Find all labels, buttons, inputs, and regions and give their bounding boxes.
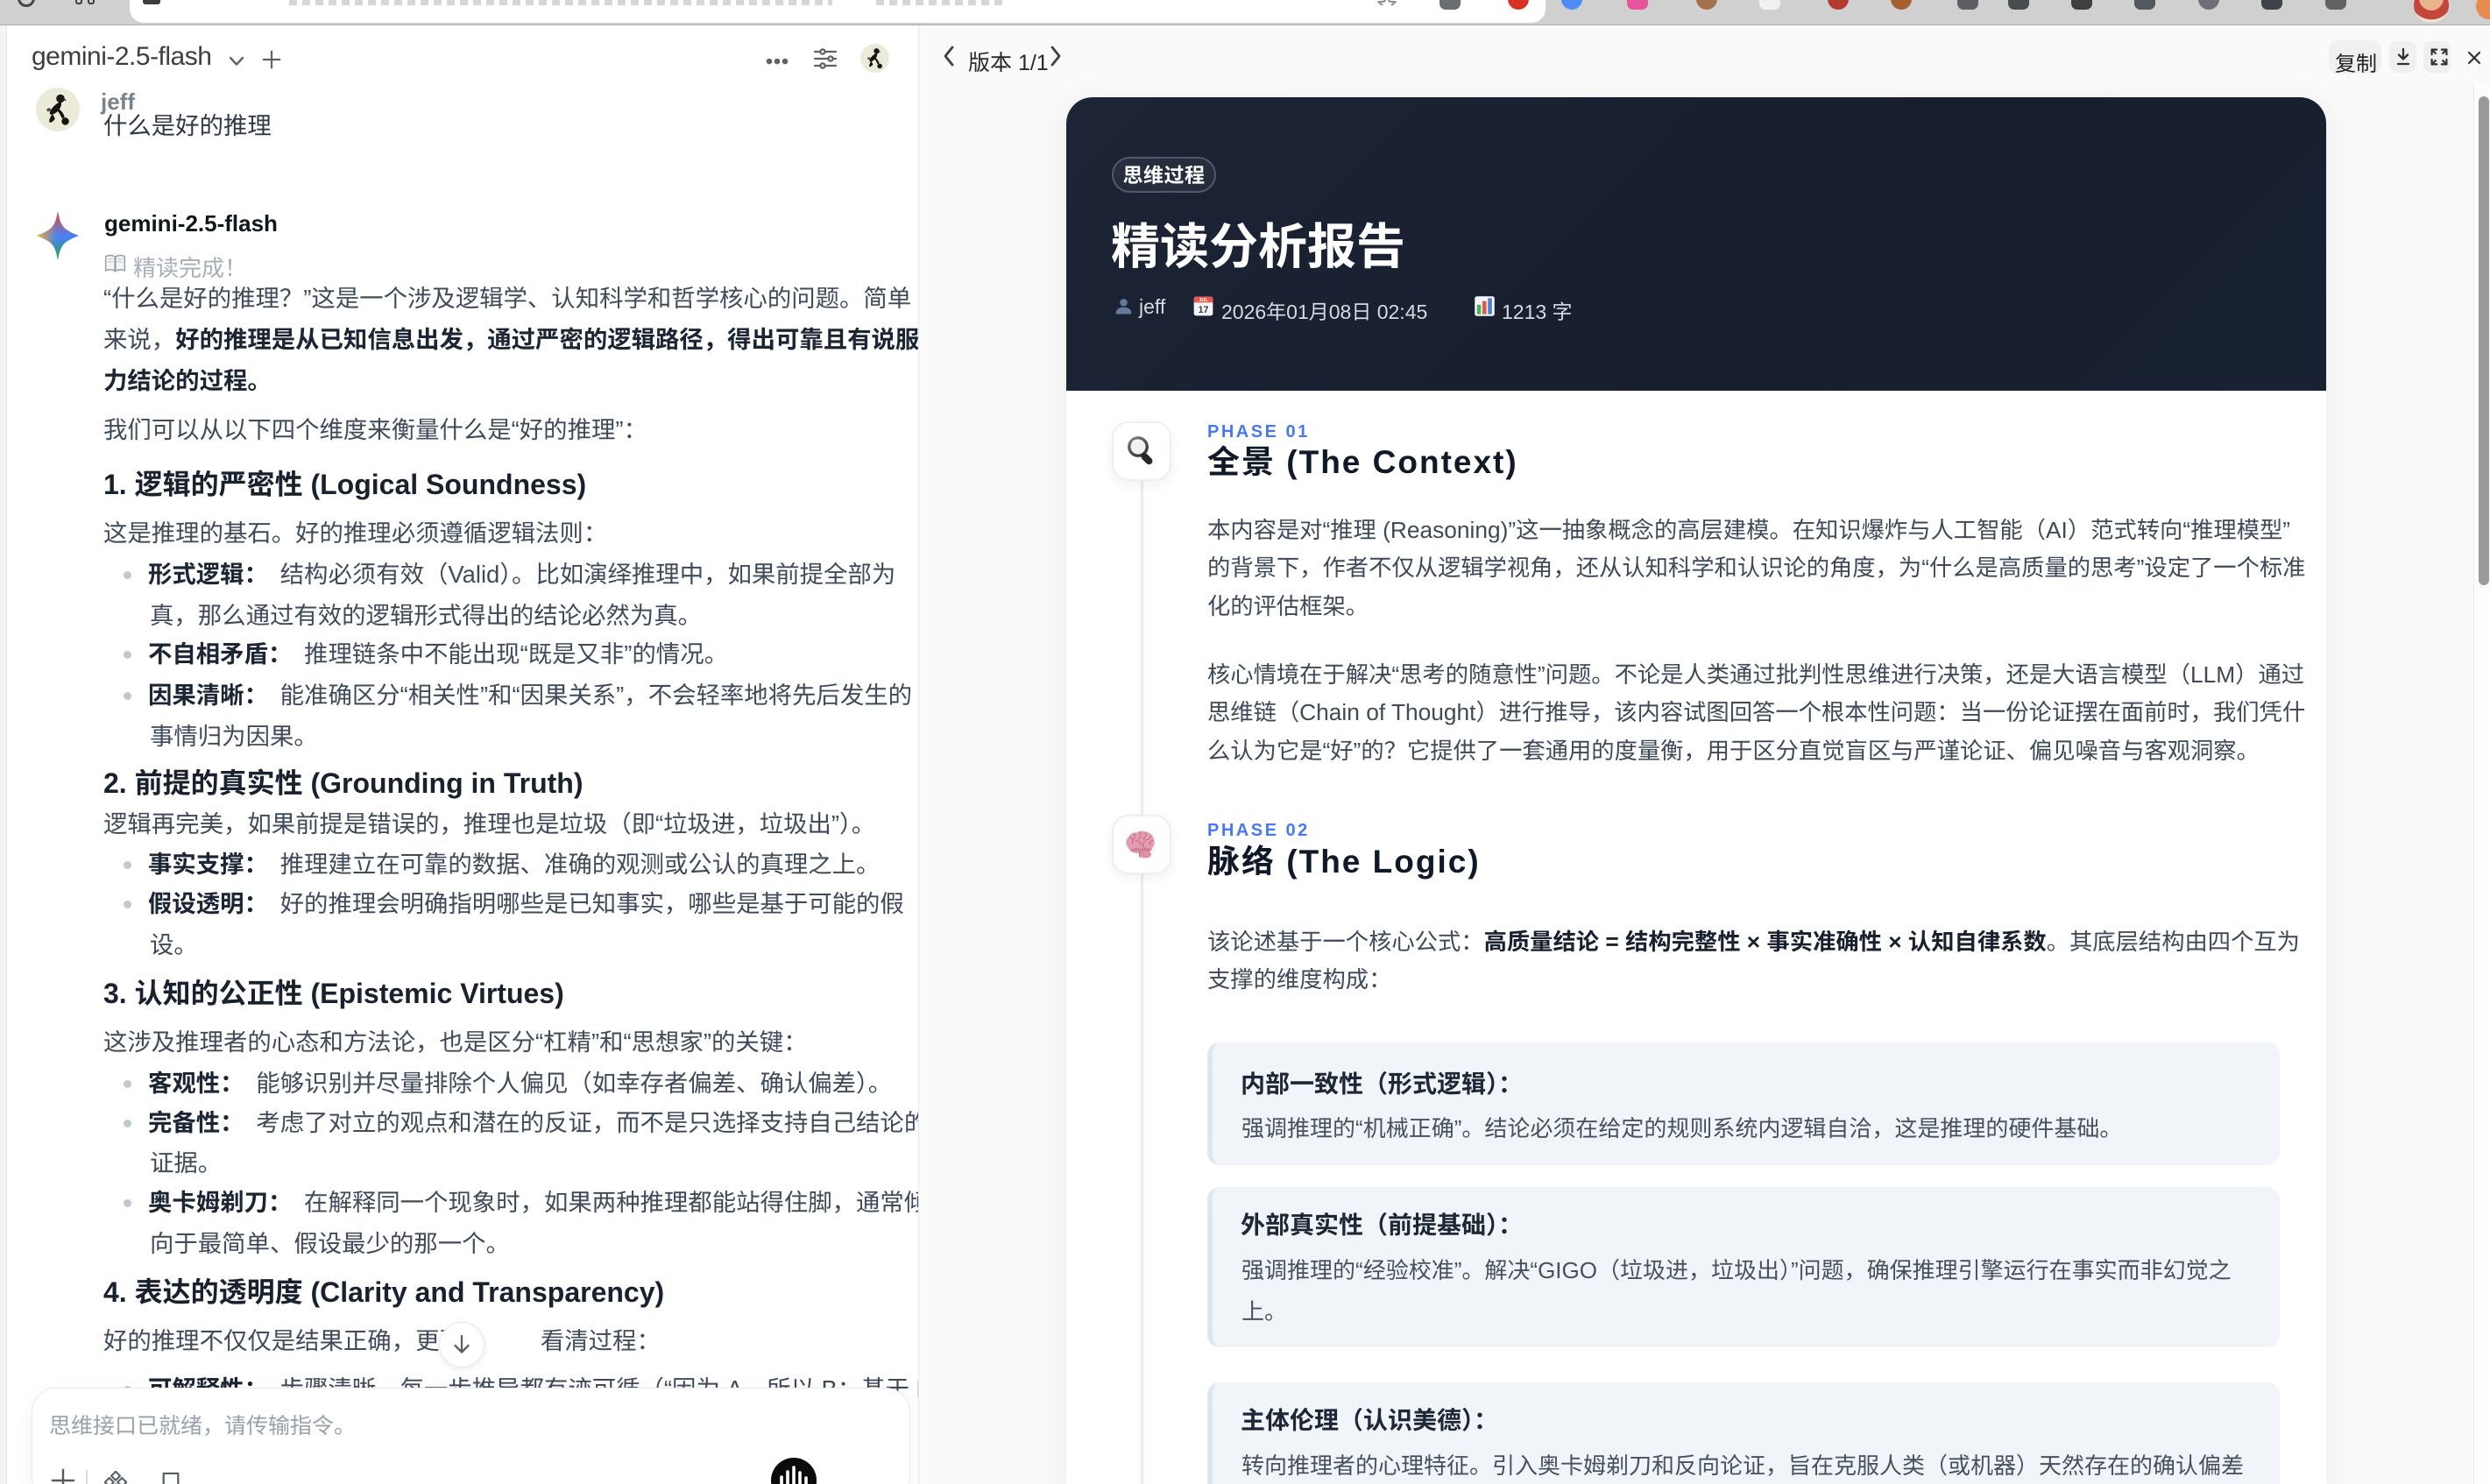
svg-text:17: 17 — [1198, 305, 1208, 315]
svg-text:JUL: JUL — [1199, 298, 1208, 303]
